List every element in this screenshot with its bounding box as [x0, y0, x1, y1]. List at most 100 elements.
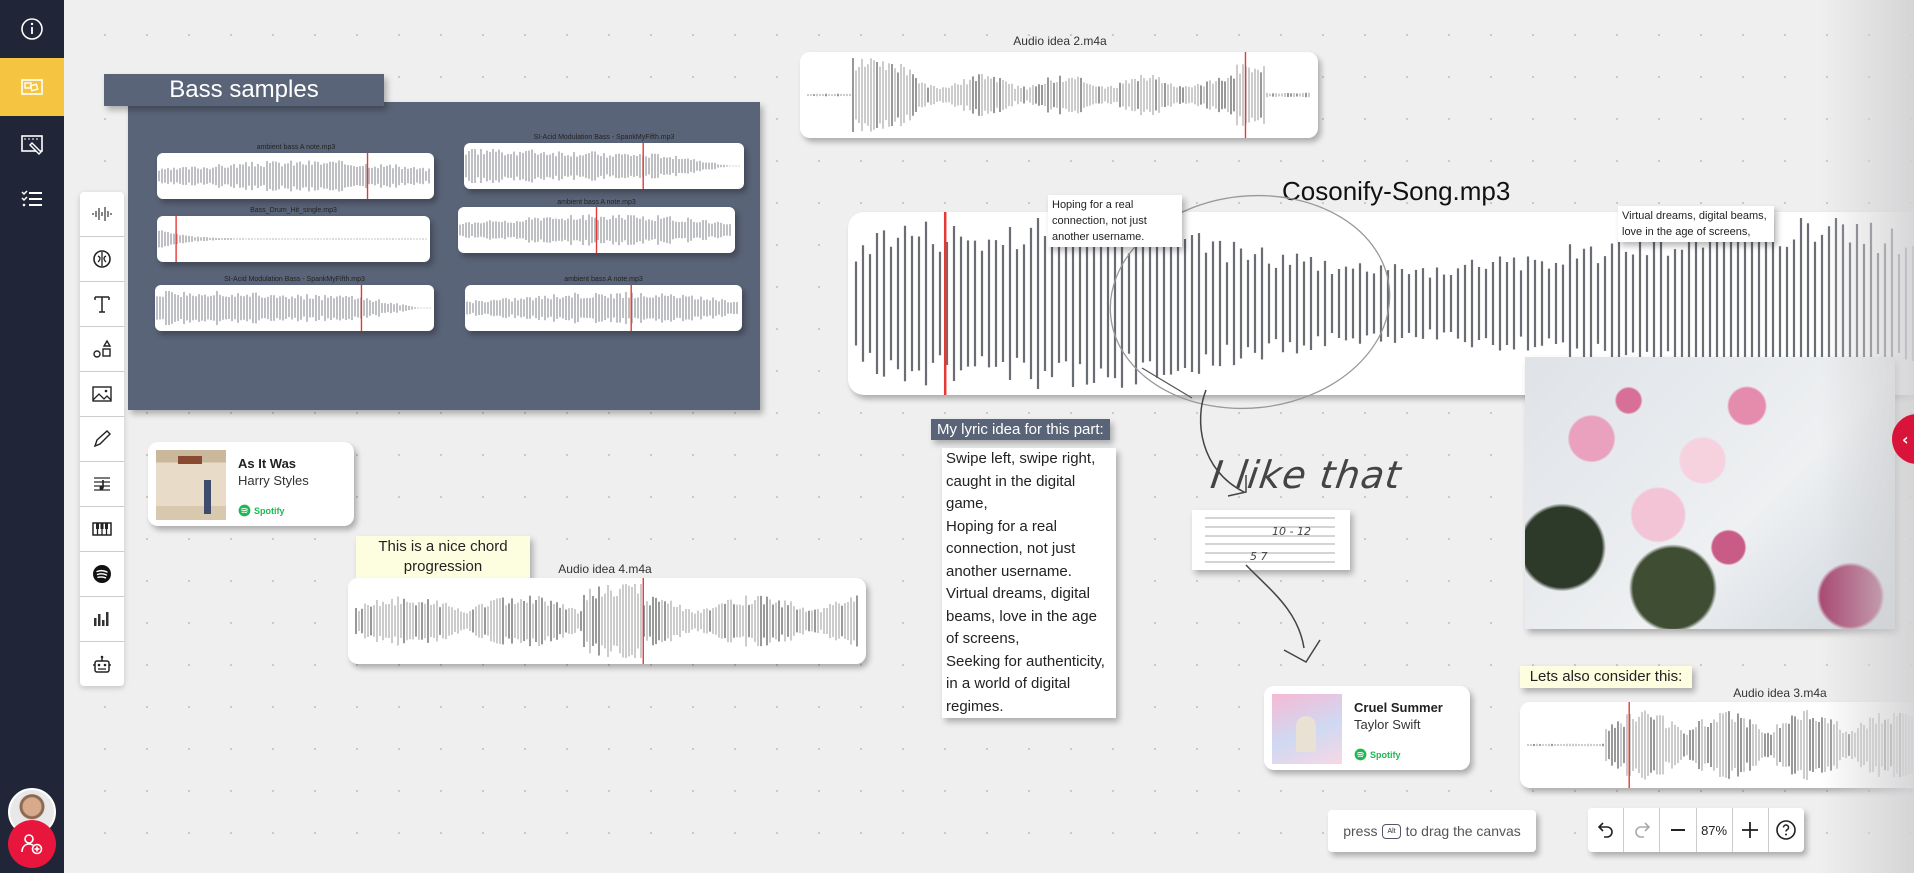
album-cover [1272, 694, 1342, 764]
audio-clip-title: Audio idea 4.m4a [558, 562, 652, 576]
tool-piano[interactable] [80, 507, 124, 552]
tab-notes-top: 10 - 12 [1272, 525, 1311, 538]
audio-waveform [355, 578, 858, 664]
spotify-card[interactable]: As It Was Harry Styles Spotify [148, 442, 354, 526]
bass-samples-title: Bass samples [104, 74, 384, 106]
tool-text[interactable] [80, 282, 124, 327]
zoom-level: 87% [1697, 808, 1733, 852]
left-rail [0, 0, 64, 873]
chevron-left-icon: ‹ [1902, 429, 1909, 449]
audio-waveform [1527, 702, 1913, 788]
sample-clip[interactable] [157, 216, 430, 262]
sample-name: SI-Acid Modulation Bass - SpankMyFifth.m… [224, 276, 365, 283]
sample-waveform [158, 153, 430, 199]
keyboard-icon [92, 522, 112, 536]
redo-button[interactable] [1624, 808, 1661, 852]
pink-blossoms-photo[interactable] [1525, 357, 1895, 629]
sample-clip[interactable] [465, 285, 742, 331]
sample-waveform [466, 285, 738, 331]
sample-clip[interactable] [458, 207, 735, 253]
add-user-icon [21, 834, 43, 855]
song-comment[interactable]: Virtual dreams, digital beams, love in t… [1618, 206, 1774, 242]
sample-clip[interactable] [157, 153, 434, 199]
alt-key-badge: Alt [1382, 823, 1401, 839]
sample-waveform [158, 216, 427, 262]
sample-clip[interactable] [464, 143, 744, 189]
lyrics-box[interactable]: Swipe left, swipe right, caught in the d… [942, 448, 1116, 718]
sample-clip[interactable] [155, 285, 434, 331]
info-icon [21, 18, 43, 40]
rail-info-button[interactable] [0, 0, 64, 58]
lyric-line: Hoping for a real connection, not just a… [946, 517, 1076, 580]
text-icon [94, 296, 110, 313]
rail-tasks-button[interactable] [0, 170, 64, 228]
robot-icon [93, 655, 111, 673]
tool-shapes[interactable] [80, 327, 124, 372]
hint-text-after: to drag the canvas [1405, 823, 1521, 839]
spotify-badge[interactable]: Spotify [238, 504, 285, 517]
lyric-heading[interactable]: My lyric idea for this part: [931, 419, 1110, 440]
tool-robot[interactable] [80, 642, 124, 687]
spotify-badge[interactable]: Spotify [1354, 748, 1401, 761]
undo-button[interactable] [1588, 808, 1625, 852]
sticky-note-consider[interactable]: Lets also consider this: [1520, 666, 1692, 688]
song-comment[interactable]: Hoping for a real connection, not just a… [1048, 195, 1182, 247]
image-icon [92, 386, 112, 402]
help-icon [1776, 820, 1797, 840]
audio-clip-audio2[interactable] [800, 52, 1318, 138]
redo-icon [1635, 822, 1650, 838]
zoom-in-button[interactable] [1733, 808, 1769, 852]
tool-spotify[interactable] [80, 552, 124, 597]
tool-image[interactable] [80, 372, 124, 417]
zoom-out-button[interactable] [1660, 808, 1697, 852]
sheet-music-icon [94, 477, 110, 491]
spotify-song-title: As It Was [238, 456, 297, 471]
cover-figure [1296, 716, 1316, 752]
pencil-icon [93, 430, 111, 448]
guitar-tab-sketch[interactable]: 10 - 12 5 7 [1192, 510, 1350, 570]
spotify-source: Spotify [254, 505, 285, 516]
audio-clip-audio4[interactable] [348, 578, 866, 664]
plus-icon [1742, 822, 1759, 838]
tool-ai-brain[interactable] [80, 237, 124, 282]
spotify-logo-icon [1354, 748, 1367, 761]
checklist-icon [21, 190, 42, 207]
brain-icon [93, 250, 111, 268]
hint-text-before: press [1343, 823, 1378, 839]
add-user-button[interactable] [8, 820, 56, 868]
spotify-source: Spotify [1370, 749, 1401, 760]
tool-palette [80, 192, 124, 686]
canvas-edit-icon [21, 135, 43, 155]
song-title: Cosonify-Song.mp3 [1282, 176, 1511, 206]
cover-figure [204, 480, 211, 514]
lyric-line: Virtual dreams, digital beams, love in t… [946, 585, 1097, 647]
drag-hint: press Alt to drag the canvas [1328, 810, 1536, 852]
cover-detail [178, 456, 202, 464]
sample-name: ambient bass A note.mp3 [256, 144, 336, 151]
waveform-icon [92, 207, 112, 221]
minus-icon [1670, 829, 1685, 831]
tool-equalizer[interactable] [80, 597, 124, 642]
tab-notes-bottom: 5 7 [1250, 550, 1268, 563]
sample-waveform [465, 143, 740, 189]
sample-name: ambient bass A note.mp3 [564, 276, 643, 283]
album-cover [156, 450, 226, 520]
tool-sheet-music[interactable] [80, 462, 124, 507]
rail-media-board-button[interactable] [0, 58, 64, 116]
audio-waveform [807, 52, 1310, 138]
sample-name: ambient bass A note.mp3 [557, 199, 636, 206]
spotify-artist: Taylor Swift [1354, 717, 1421, 732]
spotify-artist: Harry Styles [238, 473, 309, 488]
help-button[interactable] [1769, 808, 1804, 852]
tool-draw[interactable] [80, 417, 124, 462]
audio-clip-title: Audio idea 2.m4a [1013, 34, 1107, 48]
spotify-logo-icon [238, 504, 251, 517]
spotify-card[interactable]: Cruel Summer Taylor Swift Spotify [1264, 686, 1470, 770]
equalizer-icon [94, 612, 109, 626]
tool-audio[interactable] [80, 192, 124, 237]
audio-clip-audio3[interactable] [1520, 702, 1914, 788]
sticky-note-chord[interactable]: This is a nice chord progression [356, 536, 530, 578]
shapes-icon [93, 339, 112, 358]
media-board-icon [21, 79, 43, 95]
rail-canvas-edit-button[interactable] [0, 116, 64, 174]
